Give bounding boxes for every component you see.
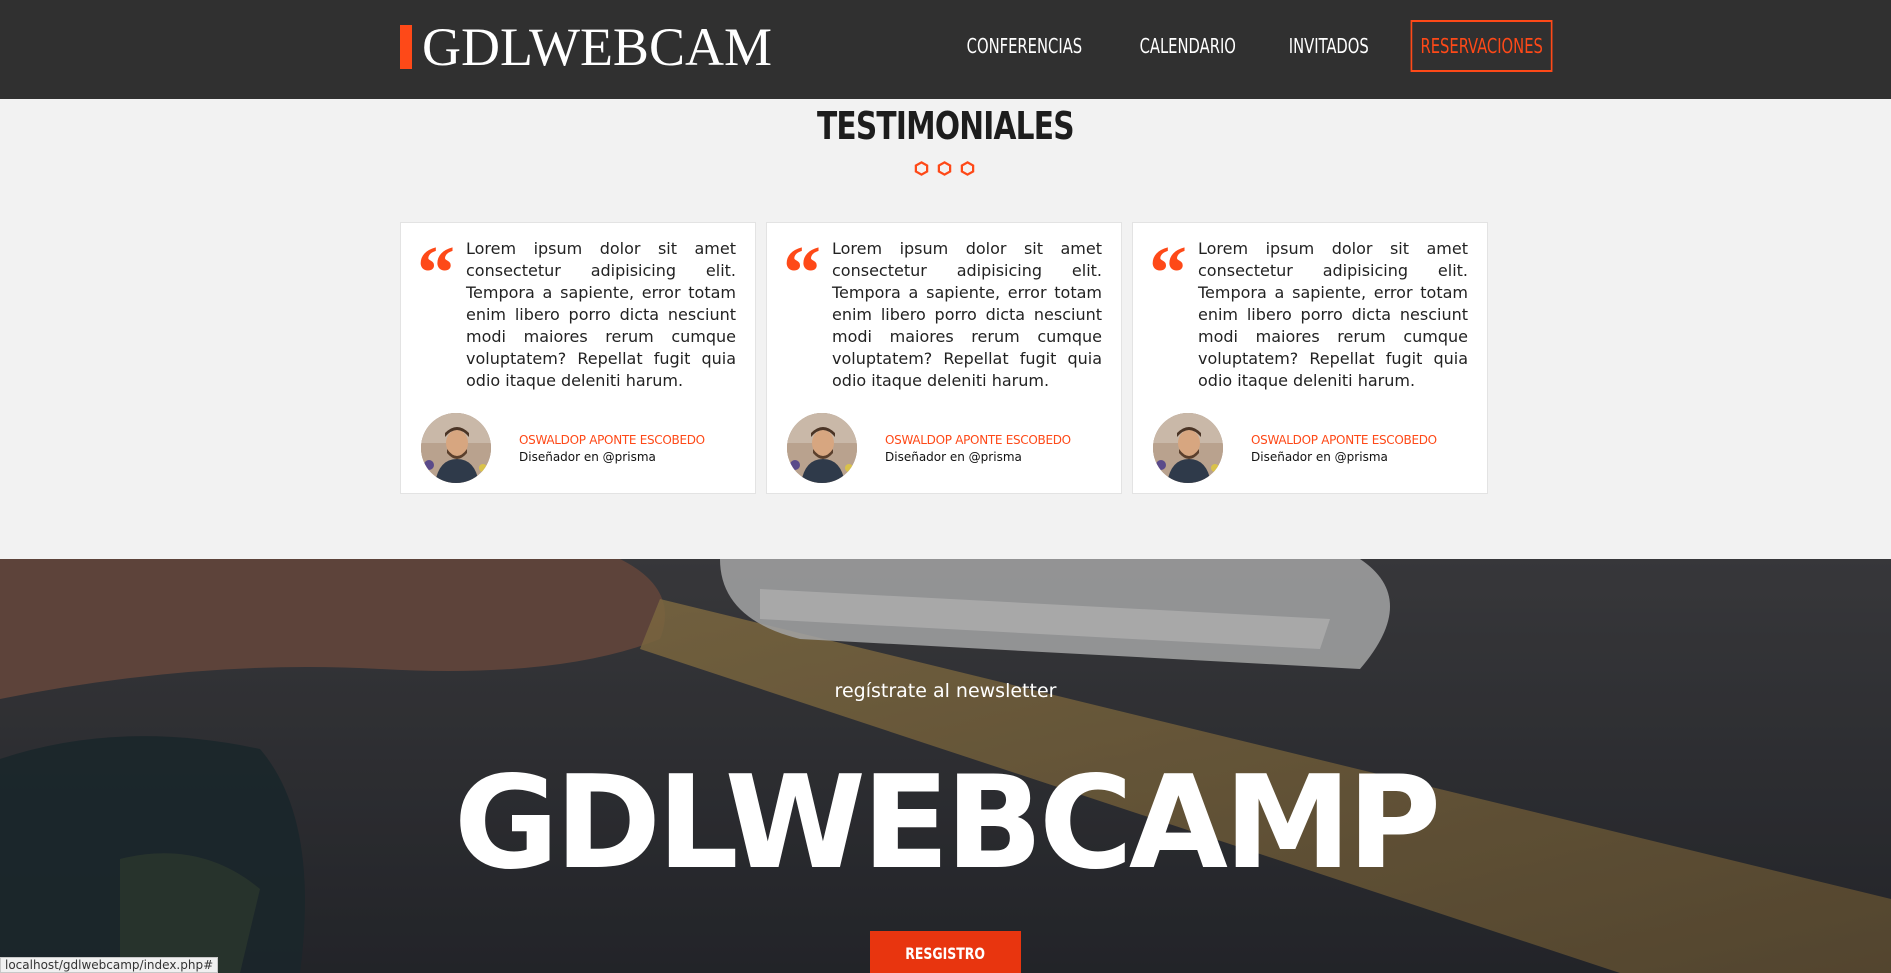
testimonial-card: “ Lorem ipsum dolor sit amet consectetur…: [1132, 222, 1488, 494]
author-role: Diseñador en @prisma: [1251, 450, 1388, 464]
logo[interactable]: GDLWEBCAM: [400, 17, 772, 77]
testimonial-quote: Lorem ipsum dolor sit amet consectetur a…: [466, 239, 736, 390]
hexagon-icon: [960, 161, 975, 176]
author-role: Diseñador en @prisma: [885, 450, 1022, 464]
nav-invitados[interactable]: INVITADOS: [1289, 34, 1369, 58]
author-name: OSWALDOP APONTE ESCOBEDO: [519, 433, 705, 447]
testimonial-author: OSWALDOP APONTE ESCOBEDO Diseñador en @p…: [519, 433, 705, 464]
quote-icon: “: [1149, 231, 1187, 315]
author-name: OSWALDOP APONTE ESCOBEDO: [1251, 433, 1437, 447]
quote-icon: “: [417, 231, 455, 315]
newsletter-section: regístrate al newsletter GDLWEBCAMP RESG…: [0, 559, 1891, 973]
author-name: OSWALDOP APONTE ESCOBEDO: [885, 433, 1071, 447]
author-role: Diseñador en @prisma: [519, 450, 656, 464]
logo-text: GDLWEBCAM: [422, 17, 772, 77]
register-button-label: RESGISTRO: [905, 944, 986, 963]
register-button[interactable]: RESGISTRO: [870, 931, 1021, 973]
testimonial-cards: “ Lorem ipsum dolor sit amet consectetur…: [400, 222, 1488, 494]
main-nav: CONFERENCIAS CALENDARIO INVITADOS RESERV…: [937, 20, 1585, 72]
newsletter-title: GDLWEBCAMP: [453, 749, 1441, 898]
avatar: [421, 413, 491, 483]
avatar: [1153, 413, 1223, 483]
testimonials-title: TESTIMONIALES: [816, 104, 1075, 148]
testimonial-card: “ Lorem ipsum dolor sit amet consectetur…: [400, 222, 756, 494]
testimonial-author: OSWALDOP APONTE ESCOBEDO Diseñador en @p…: [1251, 433, 1437, 464]
section-divider-hexagons: [914, 161, 975, 176]
newsletter-subtitle: regístrate al newsletter: [834, 680, 1057, 702]
hexagon-icon: [914, 161, 929, 176]
testimonial-author: OSWALDOP APONTE ESCOBEDO Diseñador en @p…: [885, 433, 1071, 464]
nav-calendario[interactable]: CALENDARIO: [1139, 34, 1235, 58]
testimonial-quote: Lorem ipsum dolor sit amet consectetur a…: [1198, 239, 1468, 390]
avatar: [787, 413, 857, 483]
logo-accent-bar: [400, 25, 412, 69]
testimonial-quote: Lorem ipsum dolor sit amet consectetur a…: [832, 239, 1102, 390]
quote-icon: “: [783, 231, 821, 315]
browser-status-bar: localhost/gdlwebcamp/index.php#: [0, 957, 219, 973]
nav-conferencias[interactable]: CONFERENCIAS: [967, 34, 1082, 58]
site-header: GDLWEBCAM CONFERENCIAS CALENDARIO INVITA…: [0, 0, 1891, 99]
testimonial-card: “ Lorem ipsum dolor sit amet consectetur…: [766, 222, 1122, 494]
hexagon-icon: [937, 161, 952, 176]
nav-reservaciones-button[interactable]: RESERVACIONES: [1410, 20, 1553, 72]
